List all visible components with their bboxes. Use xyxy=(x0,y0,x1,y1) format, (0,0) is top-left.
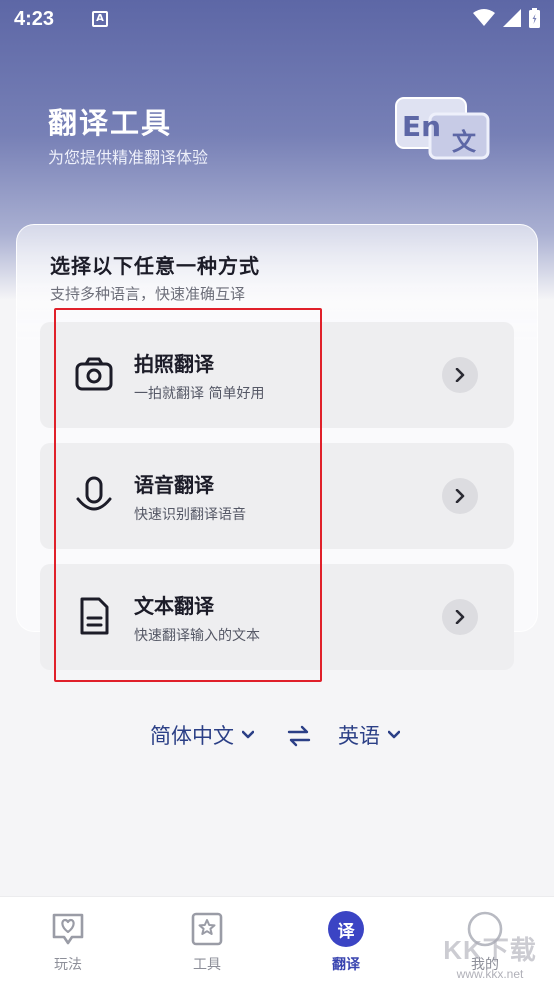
card-title: 选择以下任意一种方式 xyxy=(50,254,260,278)
chevron-right-icon[interactable] xyxy=(442,599,478,635)
en-zh-badge-icon: En 文 xyxy=(394,96,494,166)
swap-languages-icon[interactable] xyxy=(287,724,311,752)
tab-label: 工具 xyxy=(193,957,221,973)
bottom-tab-bar: 玩法 工具 译 翻译 我的 KK下载 www.kkx.net xyxy=(0,896,554,984)
option-subtitle: 快速识别翻译语音 xyxy=(134,507,246,523)
badge-zh-text: 文 xyxy=(452,128,477,156)
star-bookmark-icon xyxy=(187,909,227,949)
wifi-icon xyxy=(473,9,495,26)
chevron-down-icon xyxy=(242,730,254,739)
tab-label: 翻译 xyxy=(332,957,360,973)
language-selector: 简体中文 英语 xyxy=(0,716,554,756)
microphone-icon xyxy=(76,476,112,511)
badge-en-text: En xyxy=(402,110,441,143)
chevron-right-icon[interactable] xyxy=(442,478,478,514)
option-title: 文本翻译 xyxy=(134,594,214,618)
option-voice-translate[interactable]: 语音翻译 快速识别翻译语音 xyxy=(40,443,514,549)
source-language-dropdown[interactable]: 简体中文 xyxy=(150,720,254,750)
chevron-right-icon[interactable] xyxy=(442,357,478,393)
status-time: 4:23 xyxy=(14,7,55,30)
target-language-dropdown[interactable]: 英语 xyxy=(338,720,400,750)
tab-tools[interactable]: 工具 xyxy=(167,909,247,974)
watermark-url: www.kkx.net xyxy=(456,967,524,981)
page-title: 翻译工具 xyxy=(48,106,173,140)
option-text-translate[interactable]: 文本翻译 快速翻译输入的文本 xyxy=(40,564,514,670)
chevron-down-icon xyxy=(388,730,400,739)
watermark: KK下载 www.kkx.net xyxy=(430,930,550,982)
heart-frame-icon xyxy=(48,909,88,949)
option-photo-translate[interactable]: 拍照翻译 一拍就翻译 简单好用 xyxy=(40,322,514,428)
notification-a-icon: A xyxy=(92,11,109,27)
tab-play[interactable]: 玩法 xyxy=(28,909,108,974)
option-title: 语音翻译 xyxy=(134,473,214,497)
tab-translate[interactable]: 译 翻译 xyxy=(306,909,386,974)
watermark-text: KK下载 xyxy=(443,935,537,965)
page-subtitle: 为您提供精准翻译体验 xyxy=(48,148,209,167)
source-language-label: 简体中文 xyxy=(150,724,234,748)
document-icon xyxy=(80,597,109,635)
target-language-label: 英语 xyxy=(338,724,380,748)
card-subtitle: 支持多种语言，快速准确互译 xyxy=(50,285,246,303)
battery-icon xyxy=(529,8,540,28)
camera-icon xyxy=(75,357,113,391)
status-bar: 4:23 A xyxy=(0,0,554,38)
option-subtitle: 一拍就翻译 简单好用 xyxy=(134,386,265,402)
signal-icon xyxy=(503,9,521,27)
translate-glyph: 译 xyxy=(328,911,364,947)
translate-icon: 译 xyxy=(326,909,366,949)
tab-label: 玩法 xyxy=(54,957,82,973)
option-subtitle: 快速翻译输入的文本 xyxy=(134,628,260,644)
option-title: 拍照翻译 xyxy=(134,352,214,376)
